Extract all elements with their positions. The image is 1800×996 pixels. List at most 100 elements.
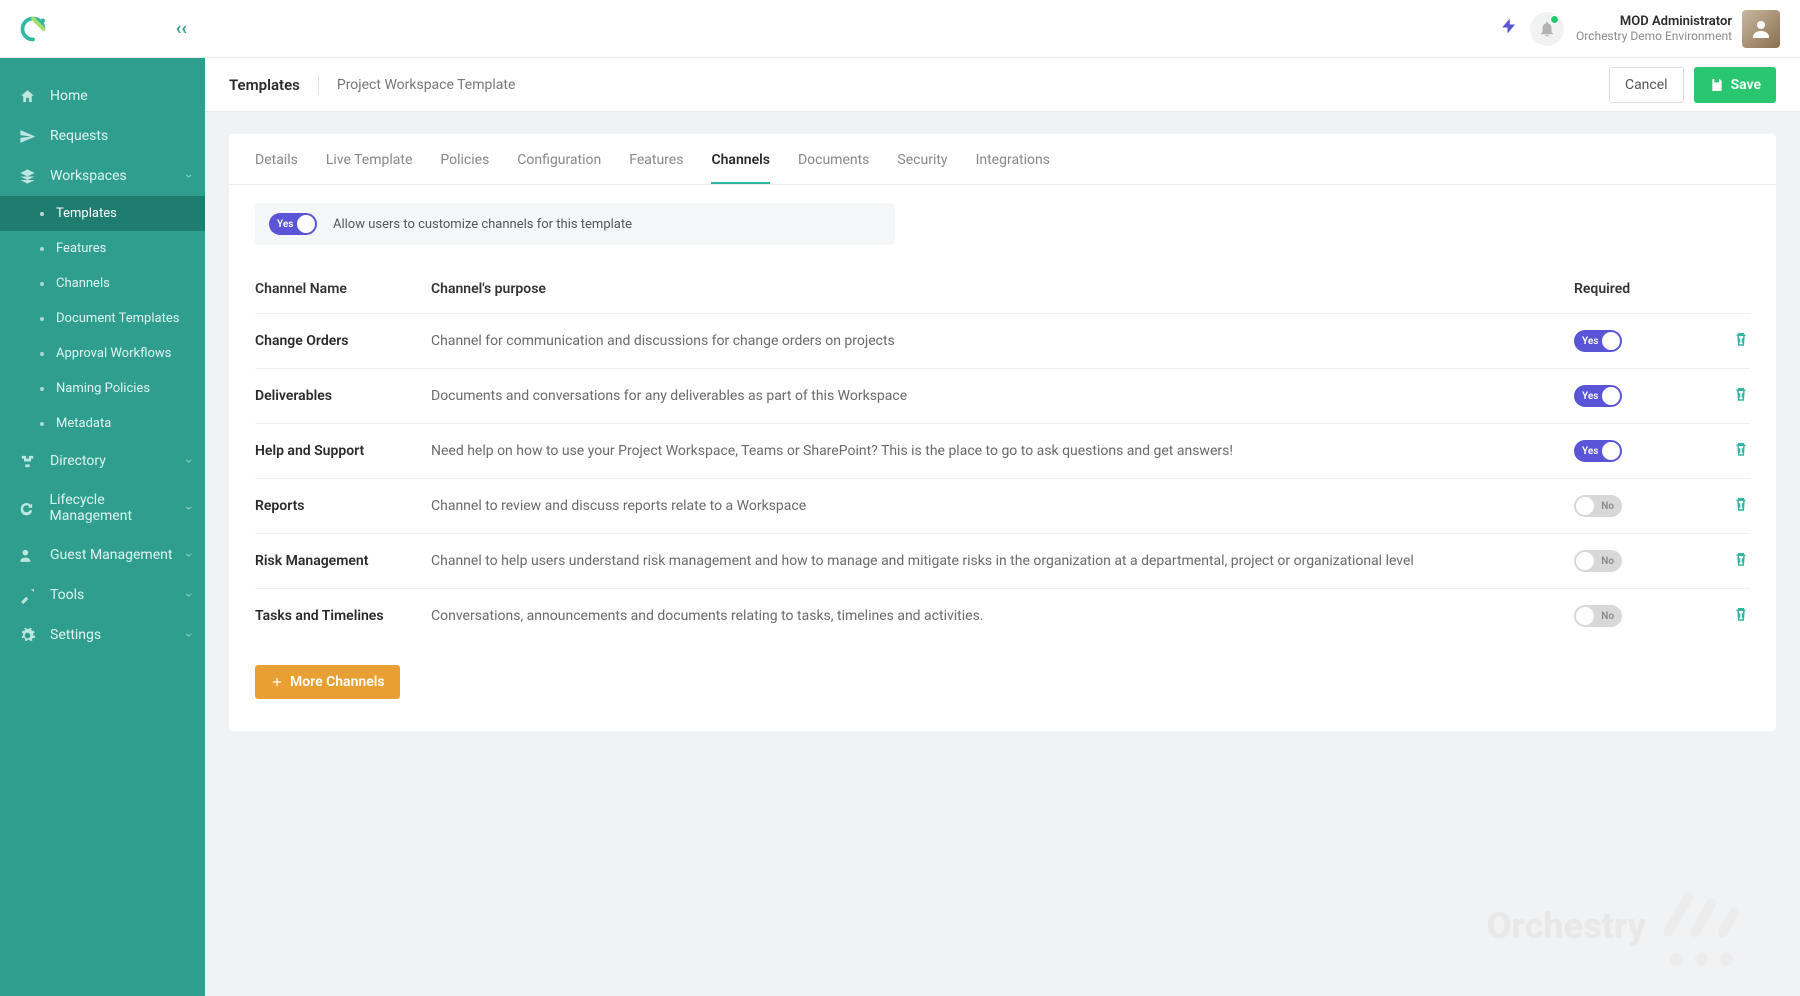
channel-name: Tasks and Timelines (255, 608, 415, 624)
breadcrumb-separator (318, 75, 319, 95)
tab-documents[interactable]: Documents (798, 152, 869, 184)
sidebar-item-tools[interactable]: Tools (0, 575, 205, 615)
required-toggle[interactable]: Yes (1574, 385, 1622, 407)
sidebar-item-document-templates[interactable]: Document Templates (0, 301, 205, 336)
required-toggle[interactable]: No (1574, 605, 1622, 627)
breadcrumb-root[interactable]: Templates (229, 76, 300, 94)
notifications-button[interactable] (1530, 12, 1564, 46)
cancel-button[interactable]: Cancel (1609, 67, 1684, 103)
toggle-knob-icon (1602, 442, 1620, 460)
user-name: MOD Administrator (1576, 14, 1732, 30)
sidebar-item-label: Channels (56, 276, 110, 291)
sidebar-item-approval-workflows[interactable]: Approval Workflows (0, 336, 205, 371)
toggle-knob-icon (1576, 497, 1594, 515)
sidebar-item-lifecycle[interactable]: Lifecycle Management (0, 481, 205, 535)
tab-channels[interactable]: Channels (711, 152, 770, 184)
required-toggle[interactable]: No (1574, 550, 1622, 572)
delete-channel-button[interactable] (1732, 330, 1750, 352)
sidebar-item-channels[interactable]: Channels (0, 266, 205, 301)
channel-name: Risk Management (255, 553, 415, 569)
delete-channel-button[interactable] (1732, 550, 1750, 572)
watermark-icon (1660, 876, 1760, 976)
panel: Details Live Template Policies Configuratio… (229, 134, 1776, 731)
collapse-sidebar-icon[interactable]: ‹‹ (176, 18, 187, 39)
toggle-knob-icon (1602, 332, 1620, 350)
breadcrumb-leaf: Project Workspace Template (337, 77, 516, 93)
channel-purpose: Documents and conversations for any deli… (431, 388, 1558, 404)
customize-toggle[interactable]: Yes (269, 213, 317, 235)
tab-details[interactable]: Details (255, 152, 298, 184)
required-toggle[interactable]: No (1574, 495, 1622, 517)
sidebar-item-label: Naming Policies (56, 381, 150, 396)
col-required: Required (1574, 281, 1630, 297)
quick-actions-icon[interactable] (1500, 17, 1518, 40)
delete-channel-button[interactable] (1732, 495, 1750, 517)
sidebar-item-label: Home (50, 88, 88, 104)
table-row: Change OrdersChannel for communication a… (255, 313, 1750, 368)
sidebar-item-requests[interactable]: Requests (0, 116, 205, 156)
required-toggle[interactable]: Yes (1574, 440, 1622, 462)
sidebar-item-label: Lifecycle Management (50, 492, 187, 524)
sidebar: Home Requests Workspaces Templates Featur… (0, 58, 205, 996)
col-name: Channel Name (255, 281, 415, 297)
table-row: Risk ManagementChannel to help users und… (255, 533, 1750, 588)
save-icon (1709, 77, 1725, 93)
top-header-right: MOD Administrator Orchestry Demo Environ… (1500, 10, 1800, 48)
tab-features[interactable]: Features (629, 152, 683, 184)
more-channels-label: More Channels (290, 674, 385, 690)
table-row: ReportsChannel to review and discuss rep… (255, 478, 1750, 533)
sidebar-item-guest[interactable]: Guest Management (0, 535, 205, 575)
save-button[interactable]: Save (1694, 67, 1776, 103)
tab-policies[interactable]: Policies (440, 152, 489, 184)
channel-purpose: Need help on how to use your Project Wor… (431, 443, 1558, 459)
sidebar-item-features[interactable]: Features (0, 231, 205, 266)
toggle-knob-icon (1576, 607, 1594, 625)
user-env: Orchestry Demo Environment (1576, 29, 1732, 43)
sidebar-item-label: Directory (50, 453, 106, 469)
sidebar-item-label: Tools (50, 587, 84, 603)
required-toggle[interactable]: Yes (1574, 330, 1622, 352)
more-channels-button[interactable]: More Channels (255, 665, 400, 699)
tab-security[interactable]: Security (897, 152, 947, 184)
channel-purpose: Channel for communication and discussion… (431, 333, 1558, 349)
logo-block: ‹‹ (0, 0, 205, 57)
sidebar-item-directory[interactable]: Directory (0, 441, 205, 481)
sidebar-item-workspaces[interactable]: Workspaces (0, 156, 205, 196)
channel-required: No (1574, 495, 1674, 517)
watermark: Orchestry (1487, 876, 1760, 976)
toggle-knob-icon (297, 215, 315, 233)
sidebar-item-label: Guest Management (50, 547, 172, 563)
sidebar-item-settings[interactable]: Settings (0, 615, 205, 655)
save-button-label: Save (1731, 77, 1761, 93)
toggle-label: No (1601, 611, 1614, 622)
channel-purpose: Conversations, announcements and documen… (431, 608, 1558, 624)
page-header: Templates Project Workspace Template Can… (205, 58, 1800, 112)
delete-channel-button[interactable] (1732, 440, 1750, 462)
channel-name: Help and Support (255, 443, 415, 459)
sidebar-item-label: Workspaces (50, 168, 127, 184)
plus-icon (270, 675, 284, 689)
sidebar-item-templates[interactable]: Templates (0, 196, 205, 231)
tab-configuration[interactable]: Configuration (517, 152, 601, 184)
refresh-icon (18, 499, 36, 517)
channels-table: Channel Name Channel's purpose Required … (255, 271, 1750, 643)
toggle-label: Yes (1582, 446, 1598, 457)
toggle-label: Yes (277, 219, 293, 230)
sidebar-item-naming-policies[interactable]: Naming Policies (0, 371, 205, 406)
user-menu[interactable]: MOD Administrator Orchestry Demo Environ… (1576, 10, 1780, 48)
sitemap-icon (18, 452, 36, 470)
delete-channel-button[interactable] (1732, 605, 1750, 627)
app-logo-icon (18, 14, 48, 44)
tab-live-template[interactable]: Live Template (326, 152, 413, 184)
sidebar-item-label: Settings (50, 627, 101, 643)
sidebar-item-metadata[interactable]: Metadata (0, 406, 205, 441)
top-header: ‹‹ MOD Administrator Orchestry Demo Envi… (0, 0, 1800, 58)
sidebar-item-label: Features (56, 241, 106, 256)
delete-channel-button[interactable] (1732, 385, 1750, 407)
layers-icon (18, 167, 36, 185)
customize-toggle-row: Yes Allow users to customize channels fo… (255, 203, 895, 245)
tab-integrations[interactable]: Integrations (976, 152, 1050, 184)
sidebar-item-label: Document Templates (56, 311, 179, 326)
sidebar-item-label: Requests (50, 128, 108, 144)
sidebar-item-home[interactable]: Home (0, 76, 205, 116)
